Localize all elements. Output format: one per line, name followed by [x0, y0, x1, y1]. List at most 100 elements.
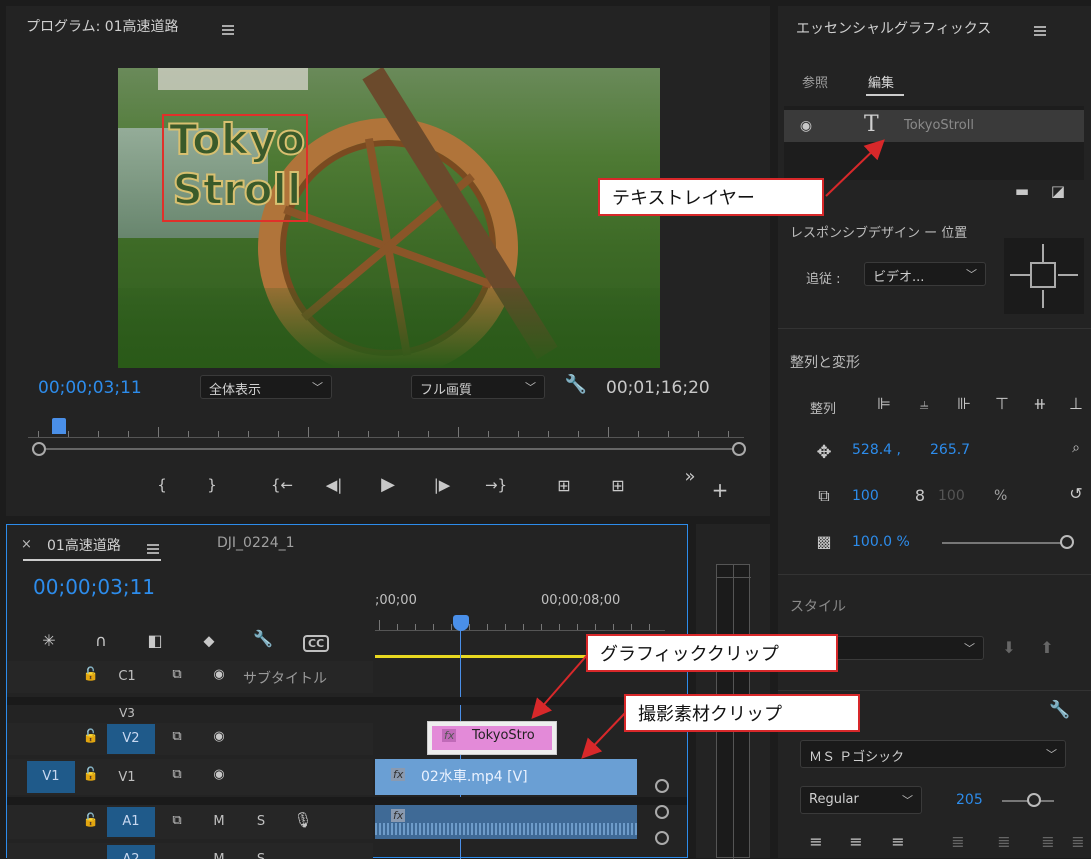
timeline-playhead-handle[interactable]: [453, 615, 469, 631]
align-text-right-icon[interactable]: ≡: [886, 832, 910, 851]
mark-in-button[interactable]: {: [148, 476, 176, 494]
extract-icon[interactable]: ⊞: [604, 476, 632, 495]
align-right-icon[interactable]: ⊪: [952, 394, 976, 413]
align-center-horizontal-icon[interactable]: ⫨: [912, 394, 936, 414]
sync-lock-icon[interactable]: ⧉: [165, 667, 189, 682]
timeline-tab-secondary[interactable]: DJI_0224_1: [217, 535, 295, 551]
add-marker-icon[interactable]: ⬥: [197, 631, 221, 651]
timeline-menu-icon[interactable]: [147, 543, 159, 554]
snap-magnet-icon[interactable]: ∩: [89, 631, 113, 650]
align-text-left-icon[interactable]: ≡: [804, 832, 828, 851]
tab-edit[interactable]: 編集: [868, 72, 894, 91]
push-style-down-icon[interactable]: ⬇: [998, 638, 1020, 657]
program-menu-icon[interactable]: [222, 24, 234, 35]
follow-select[interactable]: ビデオ... ﹀: [864, 262, 986, 286]
sync-lock-icon[interactable]: ⧉: [165, 767, 189, 782]
font-size-slider-handle[interactable]: [1027, 793, 1041, 807]
opacity-slider[interactable]: [942, 542, 1068, 544]
scale-value[interactable]: 100: [852, 488, 879, 504]
pin-to-edges-widget[interactable]: [1004, 238, 1084, 314]
playback-quality-select[interactable]: フル画質 ﹀: [411, 375, 545, 399]
text-wrench-icon[interactable]: 🔧: [1048, 700, 1072, 720]
button-editor-add[interactable]: +: [706, 478, 734, 502]
sync-lock-icon[interactable]: ⧉: [165, 813, 189, 828]
timeline-scroll-knob[interactable]: [655, 805, 669, 819]
push-style-up-icon[interactable]: ⬆: [1036, 638, 1058, 657]
eye-icon[interactable]: ◉: [207, 667, 231, 682]
align-left-icon[interactable]: ⊫: [872, 394, 896, 413]
track-a1-mute[interactable]: M: [203, 807, 235, 837]
rotation-icon[interactable]: ↺: [1064, 484, 1088, 503]
microphone-icon[interactable]: 🎙: [291, 811, 315, 829]
track-a1-solo[interactable]: S: [245, 807, 277, 837]
justify-center-icon[interactable]: ≣: [992, 832, 1016, 851]
zoom-level-select[interactable]: 全体表示 ﹀: [200, 375, 332, 399]
sync-lock-icon[interactable]: ⧉: [165, 729, 189, 744]
track-v1-label[interactable]: V1: [111, 763, 143, 793]
program-playhead[interactable]: [52, 418, 66, 434]
align-text-center-icon[interactable]: ≡: [844, 832, 868, 851]
new-layer-icon[interactable]: ◪: [1046, 182, 1070, 200]
font-weight-select[interactable]: Regular ﹀: [800, 786, 922, 814]
opacity-slider-handle[interactable]: [1060, 535, 1074, 549]
audio-clip[interactable]: fx: [375, 805, 637, 839]
font-size-value[interactable]: 205: [956, 792, 983, 808]
track-v3-label[interactable]: V3: [111, 699, 143, 719]
position-x-value[interactable]: 528.4 ,: [852, 442, 901, 458]
captions-icon[interactable]: CC: [303, 635, 330, 652]
link-scale-icon[interactable]: 8: [910, 486, 930, 505]
lift-icon[interactable]: ⊞: [550, 476, 578, 495]
font-family-select[interactable]: ＭＳ Ｐゴシック ﹀: [800, 740, 1066, 768]
video-clip[interactable]: fx 02水車.mp4 [V]: [375, 759, 637, 795]
new-folder-icon[interactable]: ▬: [1010, 182, 1034, 200]
timeline-scroll-knob[interactable]: [655, 831, 669, 845]
nest-sequence-icon[interactable]: ✳: [37, 631, 61, 650]
eye-icon[interactable]: ◉: [207, 729, 231, 744]
play-button[interactable]: ▶: [374, 474, 402, 495]
zoom-bar-right-handle[interactable]: [732, 442, 746, 456]
tab-browse[interactable]: 参照: [802, 72, 828, 91]
more-controls-button[interactable]: »: [676, 466, 704, 487]
timeline-timecode[interactable]: 00;00;03;11: [33, 575, 155, 599]
linked-selection-icon[interactable]: ◧: [143, 631, 167, 650]
program-monitor-title[interactable]: プログラム: 01高速道路: [26, 16, 179, 36]
timeline-scroll-knob[interactable]: [655, 779, 669, 793]
lock-icon[interactable]: 🔓: [81, 767, 101, 782]
align-bottom-icon[interactable]: ⊥: [1064, 394, 1088, 413]
opacity-value[interactable]: 100.0 %: [852, 534, 910, 550]
essential-menu-icon[interactable]: [1034, 25, 1046, 36]
track-v2-label[interactable]: V2: [107, 724, 155, 754]
position-y-value[interactable]: 265.7: [930, 442, 970, 458]
track-v1-source-patch[interactable]: V1: [27, 761, 75, 793]
track-a1-label[interactable]: A1: [107, 807, 155, 837]
essential-graphics-title[interactable]: エッセンシャルグラフィックス: [796, 18, 991, 38]
timeline-ruler[interactable]: [375, 619, 665, 631]
graphic-clip[interactable]: fx TokyoStro: [427, 721, 557, 755]
track-c1-label[interactable]: C1: [111, 662, 143, 692]
timeline-tab-active[interactable]: 01高速道路: [47, 535, 121, 555]
track-a2-label[interactable]: A2: [107, 845, 155, 859]
go-to-out-button[interactable]: →}: [482, 476, 510, 494]
lock-icon[interactable]: 🔓: [81, 813, 101, 828]
program-zoom-bar[interactable]: [32, 448, 744, 450]
timeline-wrench-icon[interactable]: 🔧: [251, 629, 275, 648]
eye-icon[interactable]: ◉: [796, 118, 816, 134]
anchor-icon[interactable]: ⌕: [1064, 440, 1088, 456]
program-time-ruler[interactable]: [28, 424, 744, 438]
program-current-timecode[interactable]: 00;00;03;11: [38, 378, 142, 398]
justify-all-icon[interactable]: ≣: [1068, 832, 1088, 851]
timeline-tab-close[interactable]: ×: [21, 537, 32, 552]
scale-height-value[interactable]: 100: [938, 488, 965, 504]
track-a2-mute[interactable]: M: [203, 845, 235, 859]
lock-icon[interactable]: 🔓: [81, 667, 101, 682]
mark-out-button[interactable]: }: [198, 476, 226, 494]
wrench-icon[interactable]: 🔧: [564, 374, 588, 395]
justify-left-icon[interactable]: ≣: [946, 832, 970, 851]
align-middle-vertical-icon[interactable]: ⧺: [1028, 394, 1052, 413]
justify-right-icon[interactable]: ≣: [1036, 832, 1060, 851]
step-back-button[interactable]: ◀|: [320, 476, 348, 494]
step-forward-button[interactable]: |▶: [428, 476, 456, 494]
track-a2-solo[interactable]: S: [245, 845, 277, 859]
eye-icon[interactable]: ◉: [207, 767, 231, 782]
go-to-in-button[interactable]: {←: [268, 476, 296, 494]
